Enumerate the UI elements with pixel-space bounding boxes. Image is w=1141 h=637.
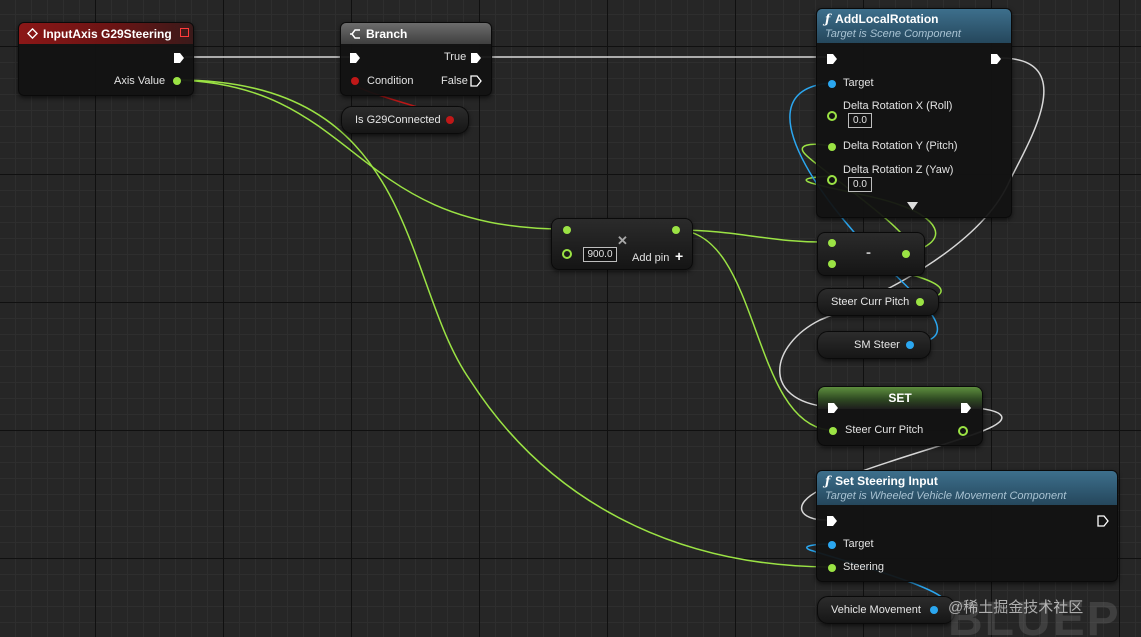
rotation-exec-out-pin[interactable] bbox=[990, 53, 1002, 65]
sm-steer-get-label: SM Steer bbox=[854, 339, 900, 351]
set-steering-input-node[interactable]: ƒ Set Steering Input Target is Wheeled Ve… bbox=[816, 470, 1118, 582]
yaw-label: Delta Rotation Z (Yaw) bbox=[843, 164, 954, 176]
roll-value-input[interactable]: 0.0 bbox=[848, 113, 872, 128]
subtract-in-b-pin[interactable] bbox=[828, 260, 836, 268]
set-exec-in-pin[interactable] bbox=[827, 402, 839, 414]
vehicle-movement-get-node[interactable]: Vehicle Movement bbox=[817, 596, 955, 624]
diamond-event-icon bbox=[27, 28, 38, 39]
subtract-out-pin[interactable] bbox=[902, 250, 910, 258]
branch-true-label: True bbox=[444, 51, 467, 63]
steering-target-label: Target bbox=[843, 538, 874, 550]
steering-target-pin[interactable] bbox=[828, 541, 836, 549]
x-icon[interactable]: ✕ bbox=[617, 233, 628, 249]
add-local-rotation-subtitle: Target is Scene Component bbox=[825, 28, 961, 40]
condition-pin[interactable] bbox=[351, 77, 359, 85]
expand-arrow-icon[interactable] bbox=[907, 202, 918, 210]
set-value-label: Steer Curr Pitch bbox=[845, 424, 924, 436]
divide-in-a-pin[interactable] bbox=[563, 226, 571, 234]
pitch-label: Delta Rotation Y (Pitch) bbox=[843, 140, 958, 152]
set-steering-header[interactable]: ƒ Set Steering Input Target is Wheeled Ve… bbox=[817, 471, 1117, 505]
steer-curr-pitch-get-label: Steer Curr Pitch bbox=[831, 296, 910, 308]
pitch-pin[interactable] bbox=[828, 143, 836, 151]
branch-node[interactable]: Branch True Condition False bbox=[340, 22, 492, 96]
steering-value-label: Steering bbox=[843, 561, 884, 573]
input-axis-header[interactable]: InputAxis G29Steering bbox=[19, 23, 193, 44]
is-g29connected-label: Is G29Connected bbox=[355, 114, 441, 126]
set-header: SET bbox=[818, 387, 982, 409]
is-g29connected-node[interactable]: Is G29Connected bbox=[341, 106, 469, 134]
axis-value-pin[interactable] bbox=[173, 77, 181, 85]
divide-node[interactable]: 900.0 ✕ Add pin + bbox=[551, 218, 693, 270]
subtract-in-a-pin[interactable] bbox=[828, 239, 836, 247]
wire-axis-steering bbox=[176, 79, 829, 568]
branch-false-label: False bbox=[441, 75, 468, 87]
vehicle-movement-get-pin[interactable] bbox=[930, 606, 938, 614]
steer-curr-pitch-get-node[interactable]: Steer Curr Pitch bbox=[817, 288, 939, 316]
plus-icon[interactable]: + bbox=[675, 248, 683, 264]
exec-out-pin[interactable] bbox=[173, 52, 185, 64]
delegate-square-icon[interactable] bbox=[180, 28, 189, 37]
steer-curr-pitch-get-pin[interactable] bbox=[916, 298, 924, 306]
roll-pin[interactable] bbox=[827, 111, 837, 121]
condition-label: Condition bbox=[367, 75, 414, 87]
add-local-rotation-node[interactable]: ƒ AddLocalRotation Target is Scene Compon… bbox=[816, 8, 1012, 218]
branch-icon bbox=[350, 28, 360, 39]
function-icon: ƒ bbox=[825, 474, 831, 488]
divide-out-pin[interactable] bbox=[672, 226, 680, 234]
branch-false-pin[interactable] bbox=[470, 75, 482, 87]
divide-value-input[interactable]: 900.0 bbox=[583, 247, 617, 262]
input-axis-node[interactable]: InputAxis G29Steering Axis Value bbox=[18, 22, 194, 96]
branch-title: Branch bbox=[366, 26, 408, 41]
sm-steer-get-pin[interactable] bbox=[906, 341, 914, 349]
branch-exec-in-pin[interactable] bbox=[349, 52, 361, 64]
function-icon: ƒ bbox=[825, 12, 831, 26]
yaw-value-input[interactable]: 0.0 bbox=[848, 177, 872, 192]
yaw-pin[interactable] bbox=[827, 175, 837, 185]
rotation-target-label: Target bbox=[843, 77, 874, 89]
watermark-site: @稀土掘金技术社区 bbox=[948, 599, 1084, 616]
steering-value-pin[interactable] bbox=[828, 564, 836, 572]
set-steering-subtitle: Target is Wheeled Vehicle Movement Compo… bbox=[825, 490, 1067, 502]
subtract-symbol: - bbox=[866, 244, 871, 261]
vehicle-movement-get-label: Vehicle Movement bbox=[831, 604, 921, 616]
axis-value-label: Axis Value bbox=[114, 75, 166, 87]
blueprint-graph[interactable]: InputAxis G29Steering Axis Value Branch … bbox=[0, 0, 1141, 637]
set-title: SET bbox=[888, 391, 912, 405]
set-steering-title: Set Steering Input bbox=[835, 474, 938, 488]
add-pin-label[interactable]: Add pin bbox=[632, 252, 669, 264]
sm-steer-get-node[interactable]: SM Steer bbox=[817, 331, 931, 359]
set-exec-out-pin[interactable] bbox=[960, 402, 972, 414]
add-local-rotation-title: AddLocalRotation bbox=[835, 12, 939, 26]
set-node[interactable]: SET Steer Curr Pitch bbox=[817, 386, 983, 446]
add-local-rotation-header[interactable]: ƒ AddLocalRotation Target is Scene Compon… bbox=[817, 9, 1011, 43]
wire-axis-divide bbox=[176, 79, 566, 230]
branch-true-pin[interactable] bbox=[470, 52, 482, 64]
branch-header[interactable]: Branch bbox=[341, 23, 491, 44]
wire-divide-set bbox=[675, 229, 829, 431]
input-axis-title: InputAxis G29Steering bbox=[43, 26, 172, 41]
rotation-target-pin[interactable] bbox=[828, 80, 836, 88]
set-value-out-pin[interactable] bbox=[958, 426, 968, 436]
steering-exec-out-pin[interactable] bbox=[1097, 515, 1109, 527]
steering-exec-in-pin[interactable] bbox=[826, 515, 838, 527]
divide-in-b-pin[interactable] bbox=[562, 249, 572, 259]
set-value-in-pin[interactable] bbox=[829, 427, 837, 435]
rotation-exec-in-pin[interactable] bbox=[826, 53, 838, 65]
roll-label: Delta Rotation X (Roll) bbox=[843, 100, 953, 112]
is-g29connected-pin[interactable] bbox=[446, 116, 454, 124]
subtract-node[interactable]: - bbox=[817, 232, 925, 276]
